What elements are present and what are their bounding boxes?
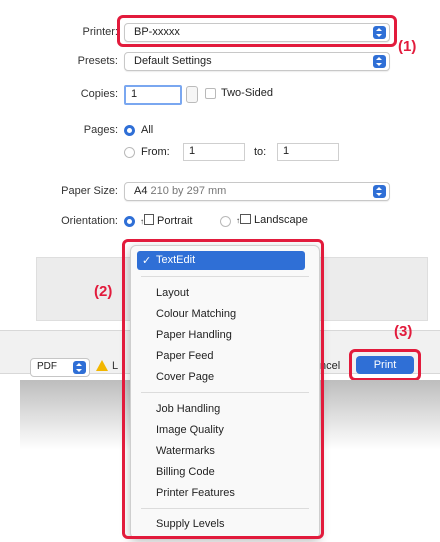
copies-input[interactable]: 1 xyxy=(124,85,182,105)
callout-label-1: (1) xyxy=(398,38,417,55)
pages-to-value: 1 xyxy=(283,145,290,157)
presets-popup[interactable]: Default Settings xyxy=(124,52,390,71)
portrait-option[interactable]: ↑ Portrait xyxy=(140,214,192,227)
landscape-orientation-icon xyxy=(240,214,251,224)
pdf-arrow-icon xyxy=(73,361,86,374)
two-sided-checkbox[interactable] xyxy=(205,88,216,99)
pages-to-input[interactable]: 1 xyxy=(277,143,339,161)
pages-from-label: From: xyxy=(141,146,170,158)
pages-from-value: 1 xyxy=(189,145,196,157)
presets-value: Default Settings xyxy=(134,55,212,67)
portrait-label: Portrait xyxy=(157,215,193,227)
pdf-button[interactable]: PDF xyxy=(30,358,90,377)
pages-to-label: to: xyxy=(254,146,267,158)
pages-from-radio[interactable] xyxy=(124,147,135,158)
callout-label-3: (3) xyxy=(394,323,413,340)
landscape-option[interactable]: ↑ Landscape xyxy=(236,214,308,226)
callout-box-2 xyxy=(122,239,324,539)
presets-popup-arrows-icon xyxy=(373,55,386,68)
copies-stepper[interactable] xyxy=(186,86,198,103)
portrait-orientation-icon xyxy=(144,214,154,225)
paper-size-popup[interactable]: A4 210 by 297 mm xyxy=(124,182,390,201)
pages-all-label: All xyxy=(141,124,154,136)
warning-text: L xyxy=(112,360,119,372)
copies-label: Copies: xyxy=(80,88,118,100)
pages-all-radio[interactable] xyxy=(124,125,135,136)
landscape-label: Landscape xyxy=(254,214,308,226)
portrait-radio[interactable] xyxy=(124,216,135,227)
callout-box-1 xyxy=(117,15,397,47)
pages-from-input[interactable]: 1 xyxy=(183,143,245,161)
callout-label-2: (2) xyxy=(94,283,113,300)
orientation-label: Orientation: xyxy=(61,215,118,227)
printer-label: Printer: xyxy=(82,26,118,38)
callout-box-3 xyxy=(349,349,421,381)
pdf-label: PDF xyxy=(37,361,57,372)
paper-size-arrows-icon xyxy=(373,185,386,198)
copies-value: 1 xyxy=(131,88,138,100)
paper-size-label: Paper Size: xyxy=(61,185,118,197)
pages-label: Pages: xyxy=(83,124,118,136)
two-sided-label: Two-Sided xyxy=(221,87,273,99)
paper-size-value: A4 xyxy=(134,185,148,197)
presets-label: Presets: xyxy=(77,55,118,67)
warning-icon xyxy=(96,360,108,371)
paper-size-dims: 210 by 297 mm xyxy=(150,185,227,197)
landscape-radio[interactable] xyxy=(220,216,231,227)
